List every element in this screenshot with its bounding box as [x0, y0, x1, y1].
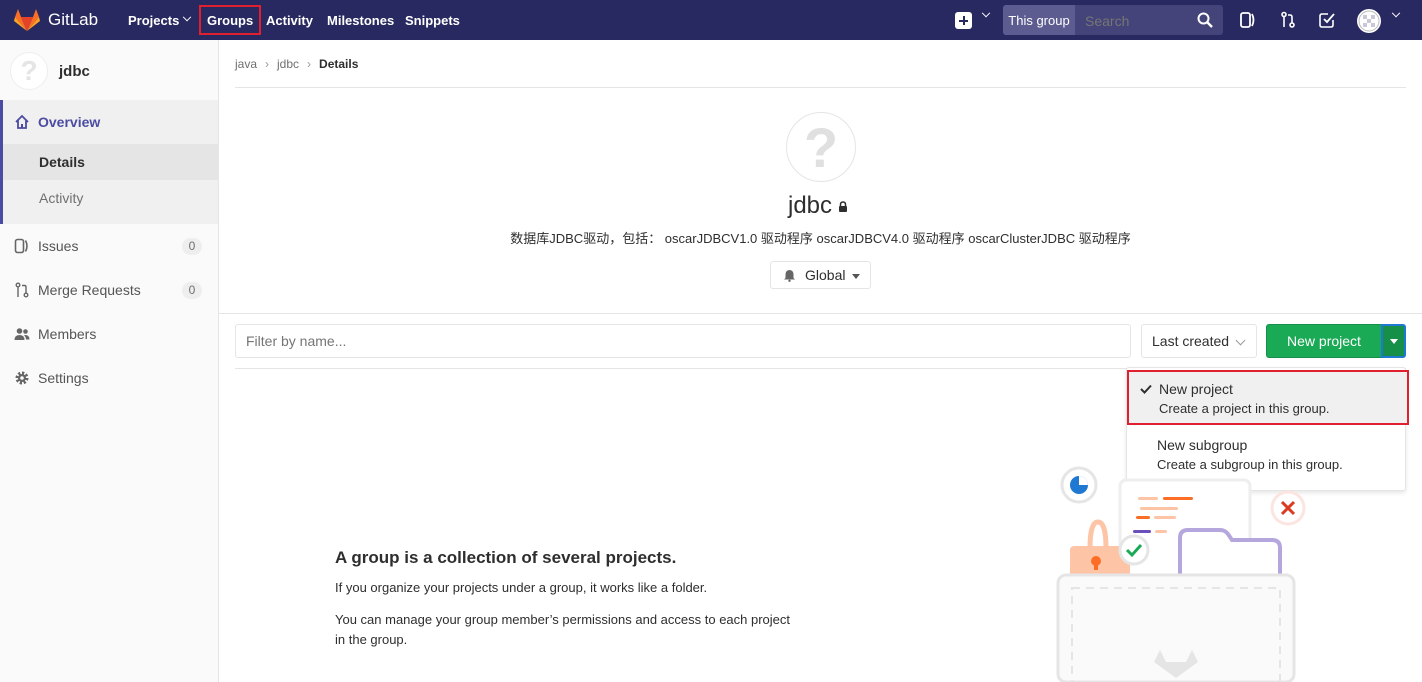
brand-name[interactable]: GitLab: [48, 10, 98, 30]
gitlab-logo-icon[interactable]: [14, 8, 40, 32]
chevron-down-icon[interactable]: [981, 8, 991, 18]
sort-label: Last created: [1152, 333, 1230, 349]
group-title: jdbc: [788, 192, 848, 220]
empty-state-illustration: [1056, 466, 1306, 682]
dropdown-item-subtitle: Create a project in this group.: [1159, 401, 1330, 416]
caret-down-icon: [852, 274, 860, 279]
merge-request-icon: [15, 282, 29, 298]
members-icon: [14, 328, 30, 340]
sidebar-group-header[interactable]: ? jdbc: [10, 52, 90, 90]
nav-projects-label: Projects: [128, 12, 180, 28]
chevron-right-icon: ›: [265, 57, 270, 71]
chevron-down-icon: [1235, 335, 1246, 346]
search-input[interactable]: [1085, 13, 1185, 29]
merge-request-icon[interactable]: [1279, 11, 1297, 29]
dropdown-item-title: New subgroup: [1157, 437, 1248, 453]
nav-groups[interactable]: Groups: [199, 5, 262, 35]
sidebar-item-activity[interactable]: Activity: [3, 180, 218, 216]
breadcrumb: java › jdbc › Details: [235, 57, 358, 71]
search-box[interactable]: This group: [1003, 5, 1223, 35]
group-avatar: ?: [10, 52, 48, 90]
check-icon: [1140, 384, 1152, 394]
sidebar-section-overview: Overview Details Activity: [0, 100, 218, 224]
sidebar-item-merge-requests[interactable]: Merge Requests 0: [0, 272, 218, 308]
nav-activity[interactable]: Activity: [266, 0, 313, 40]
sidebar-item-label: Settings: [38, 370, 89, 386]
group-avatar-large: ?: [786, 112, 856, 182]
nav-groups-label: Groups: [207, 12, 254, 28]
new-project-dropdown-toggle[interactable]: [1381, 324, 1406, 358]
chevron-right-icon: ›: [307, 57, 312, 71]
notification-dropdown[interactable]: Global: [770, 261, 871, 289]
todo-check-icon[interactable]: [1318, 11, 1336, 29]
sidebar-item-details[interactable]: Details: [3, 144, 218, 180]
home-icon: [15, 114, 29, 129]
nav-projects[interactable]: Projects: [128, 0, 192, 40]
top-navbar: GitLab Projects Groups Activity Mileston…: [0, 0, 1422, 40]
nav-milestones[interactable]: Milestones: [327, 0, 394, 40]
sidebar-item-label: Merge Requests: [38, 282, 141, 298]
empty-state-text: You can manage your group member’s permi…: [335, 612, 791, 647]
chevron-down-icon[interactable]: [1391, 8, 1401, 18]
chevron-down-icon: [183, 12, 192, 22]
group-description: 数据库JDBC驱动，包括： oscarJDBCV1.0 驱动程序 oscarJD…: [510, 231, 1131, 246]
filter-projects-input[interactable]: [235, 324, 1131, 358]
lock-icon: [839, 200, 848, 212]
issues-icon[interactable]: [1239, 11, 1257, 29]
sidebar: ? jdbc Overview Details Activity Issues …: [0, 40, 219, 682]
bell-icon: [784, 270, 795, 282]
search-scope-badge[interactable]: This group: [1003, 5, 1075, 35]
divider: [235, 87, 1406, 88]
new-plus-icon[interactable]: [955, 12, 972, 29]
search-icon: [1197, 12, 1213, 28]
dropdown-item-new-project[interactable]: New project Create a project in this gro…: [1127, 370, 1409, 425]
sidebar-item-overview[interactable]: Overview: [0, 104, 218, 140]
divider: [219, 313, 1422, 314]
sidebar-item-label: Members: [38, 326, 97, 342]
notification-level: Global: [805, 267, 846, 283]
user-avatar-icon: [1358, 10, 1380, 32]
nav-snippets[interactable]: Snippets: [405, 0, 460, 40]
sidebar-item-settings[interactable]: Settings: [0, 360, 218, 396]
breadcrumb-details[interactable]: Details: [319, 57, 358, 71]
empty-state-title: A group is a collection of several proje…: [335, 548, 677, 567]
sidebar-item-label: Overview: [38, 114, 101, 130]
sidebar-item-members[interactable]: Members: [0, 316, 218, 352]
new-project-button[interactable]: New project: [1266, 324, 1382, 358]
sort-dropdown[interactable]: Last created: [1141, 324, 1257, 358]
sidebar-group-name[interactable]: jdbc: [59, 63, 90, 80]
mr-count-badge: 0: [182, 281, 202, 299]
breadcrumb-jdbc[interactable]: jdbc: [277, 57, 299, 71]
group-name: jdbc: [788, 192, 833, 219]
breadcrumb-java[interactable]: java: [235, 57, 257, 71]
gear-icon: [15, 371, 29, 385]
user-avatar[interactable]: [1357, 9, 1381, 33]
dropdown-item-title: New project: [1159, 381, 1233, 397]
empty-state-text: If you organize your projects under a gr…: [335, 580, 708, 595]
